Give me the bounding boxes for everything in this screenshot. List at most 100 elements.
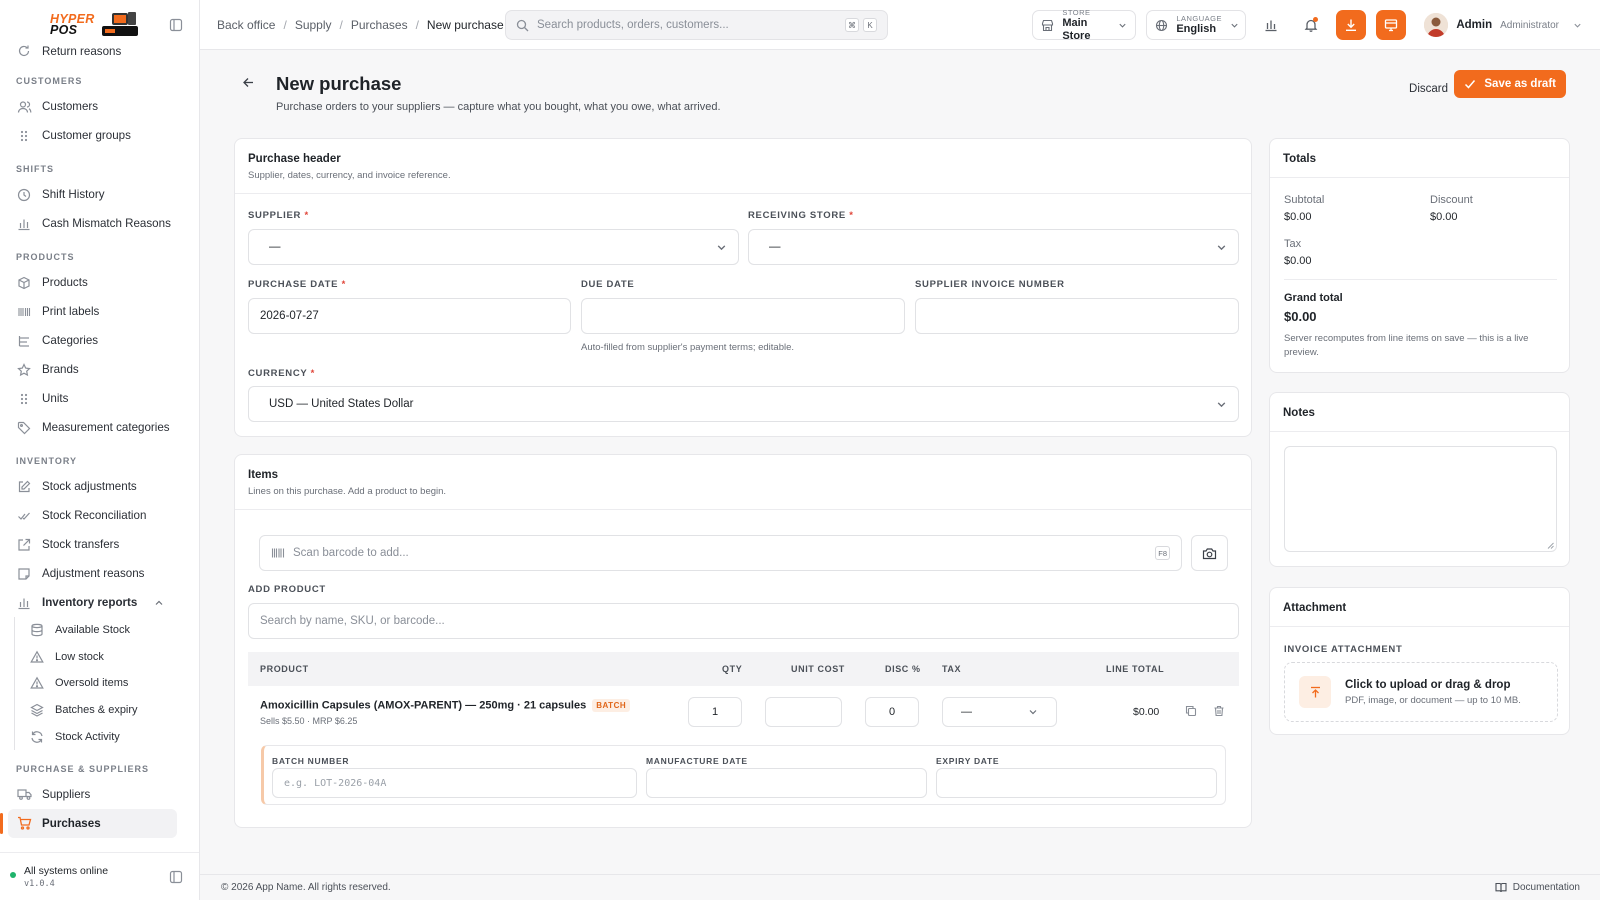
download-button[interactable] <box>1336 10 1367 40</box>
supplier-invoice-field[interactable] <box>915 298 1239 334</box>
sidebar-item-return-reasons[interactable]: Return reasons <box>0 44 199 62</box>
sidebar-item-adjustment-reasons[interactable]: Adjustment reasons <box>0 559 199 588</box>
currency-select[interactable]: USD — United States Dollar <box>248 386 1239 422</box>
pos-button[interactable] <box>1376 10 1407 40</box>
expiry-date-label: EXPIRY DATE <box>936 756 1000 766</box>
discard-button[interactable]: Discard <box>1401 76 1456 102</box>
search-input[interactable]: Search products, orders, customers... <box>537 19 729 31</box>
sidebar-item-oversold-items[interactable]: Oversold items <box>15 670 199 697</box>
database-icon <box>29 622 45 638</box>
currency-value: USD — United States Dollar <box>269 398 414 410</box>
sidebar-item-stock-reconciliation[interactable]: Stock Reconciliation <box>0 501 199 530</box>
breadcrumb: Back office / Supply / Purchases / New p… <box>217 18 504 32</box>
sidebar-item-label: Stock adjustments <box>42 480 137 493</box>
sidebar-item-label: Customer groups <box>42 129 131 142</box>
avatar <box>1424 13 1449 37</box>
resize-handle-icon[interactable] <box>1547 542 1554 549</box>
layers-icon <box>29 702 45 718</box>
sidebar-item-customer-groups[interactable]: Customer groups <box>0 121 199 150</box>
reports-button[interactable] <box>1256 10 1286 40</box>
purchase-date-field[interactable]: 2026-07-27 <box>248 298 571 334</box>
camera-scan-button[interactable] <box>1191 535 1228 571</box>
tax-label: Tax <box>1284 238 1302 250</box>
receiving-store-select[interactable]: — <box>748 229 1239 265</box>
store-selector[interactable]: STORE Main Store <box>1032 8 1137 42</box>
sidebar-toggle-icon[interactable] <box>169 18 183 32</box>
sidebar-item-label: Purchases <box>42 816 101 830</box>
sidebar-item-products[interactable]: Products <box>0 268 199 297</box>
discount-input[interactable]: 0 <box>865 697 919 727</box>
tax-select[interactable]: — <box>942 697 1057 727</box>
sidebar-item-label: Stock transfers <box>42 538 120 551</box>
logo[interactable]: HYPER POS <box>50 12 140 38</box>
col-line-total: LINE TOTAL <box>1106 664 1165 674</box>
sidebar-item-label: Brands <box>42 363 79 376</box>
notes-textarea[interactable] <box>1284 446 1557 552</box>
sidebar-item-purchases[interactable]: Purchases <box>0 808 177 838</box>
col-tax: TAX <box>942 664 962 674</box>
sidebar-item-suppliers[interactable]: Suppliers <box>0 780 199 809</box>
card-title: Notes <box>1283 407 1315 419</box>
receiving-store-label: RECEIVING STORE * <box>748 210 854 221</box>
upload-dropzone[interactable]: Click to upload or drag & drop PDF, imag… <box>1284 662 1558 722</box>
batch-number-input[interactable]: e.g. LOT-2026-04A <box>272 768 637 798</box>
notifications-button[interactable] <box>1296 10 1326 40</box>
product-name: Amoxicillin Capsules (AMOX-PARENT) — 250… <box>260 699 587 712</box>
sidebar-item-shift-history[interactable]: Shift History <box>0 180 199 209</box>
sidebar-item-print-labels[interactable]: Print labels <box>0 297 199 326</box>
barcode-scan-input[interactable]: Scan barcode to add... F8 <box>259 535 1182 571</box>
supplier-select[interactable]: — <box>248 229 739 265</box>
sidebar-item-stock-adjustments[interactable]: Stock adjustments <box>0 472 199 501</box>
trash-icon[interactable] <box>1213 705 1225 717</box>
documentation-link[interactable]: Documentation <box>1495 882 1580 893</box>
duplicate-icon[interactable] <box>1185 705 1197 717</box>
sidebar-item-low-stock[interactable]: Low stock <box>15 644 199 671</box>
upload-icon <box>1299 676 1331 708</box>
search-icon <box>516 19 529 32</box>
sidebar-item-stock-activity[interactable]: Stock Activity <box>15 723 199 750</box>
sidebar-item-categories[interactable]: Categories <box>0 326 199 355</box>
sidebar-item-brands[interactable]: Brands <box>0 355 199 384</box>
users-icon <box>16 99 32 115</box>
sidebar-item-label: Stock Reconciliation <box>42 509 147 522</box>
breadcrumb-back-office[interactable]: Back office <box>217 18 275 32</box>
kbd-f8: F8 <box>1155 546 1170 560</box>
sidebar-collapse-icon[interactable] <box>169 870 183 884</box>
add-product-search[interactable]: Search by name, SKU, or barcode... <box>248 603 1239 639</box>
sidebar-item-customers[interactable]: Customers <box>0 92 199 121</box>
unit-cost-input[interactable] <box>765 697 842 727</box>
global-search[interactable]: Search products, orders, customers... ⌘ … <box>505 10 888 40</box>
sidebar-item-units[interactable]: Units <box>0 384 199 413</box>
grip-icon <box>16 128 32 144</box>
due-date-field[interactable] <box>581 298 905 334</box>
purchase-date-label: PURCHASE DATE * <box>248 279 346 290</box>
sidebar-item-label: Oversold items <box>55 677 129 690</box>
sidebar-item-inventory-reports[interactable]: Inventory reports <box>0 588 199 617</box>
back-arrow-icon[interactable] <box>242 76 255 89</box>
sidebar-item-stock-transfers[interactable]: Stock transfers <box>0 530 199 559</box>
breadcrumb-supply[interactable]: Supply <box>295 18 332 32</box>
sidebar-item-available-stock[interactable]: Available Stock <box>15 617 199 644</box>
search-shortcut: ⌘ K <box>845 18 877 32</box>
camera-icon <box>1202 547 1217 560</box>
sidebar-nav: Return reasons CUSTOMERS Customers Custo… <box>0 44 199 852</box>
user-menu[interactable]: Admin Administrator <box>1424 13 1582 37</box>
monitor-icon <box>1384 18 1398 32</box>
batch-badge: BATCH <box>592 699 631 712</box>
save-draft-button[interactable]: Save as draft <box>1454 70 1566 98</box>
col-qty: QTY <box>722 664 743 674</box>
chevron-up-icon <box>151 595 167 611</box>
sidebar-item-label: Stock Activity <box>55 730 120 743</box>
sidebar-item-batches-expiry[interactable]: Batches & expiry <box>15 697 199 724</box>
language-selector[interactable]: LANGUAGE English <box>1146 10 1247 40</box>
sidebar-item-label: Customers <box>42 100 99 113</box>
sidebar-item-measurement-categories[interactable]: Measurement categories <box>0 413 199 442</box>
user-name: Admin <box>1456 19 1493 31</box>
supplier-value: — <box>269 241 281 253</box>
qty-input[interactable]: 1 <box>688 697 742 727</box>
sidebar-item-cash-mismatch[interactable]: Cash Mismatch Reasons <box>0 209 199 238</box>
breadcrumb-purchases[interactable]: Purchases <box>351 18 408 32</box>
card-title: Purchase header <box>248 153 341 165</box>
expiry-date-input[interactable] <box>936 768 1217 798</box>
manufacture-date-input[interactable] <box>646 768 927 798</box>
